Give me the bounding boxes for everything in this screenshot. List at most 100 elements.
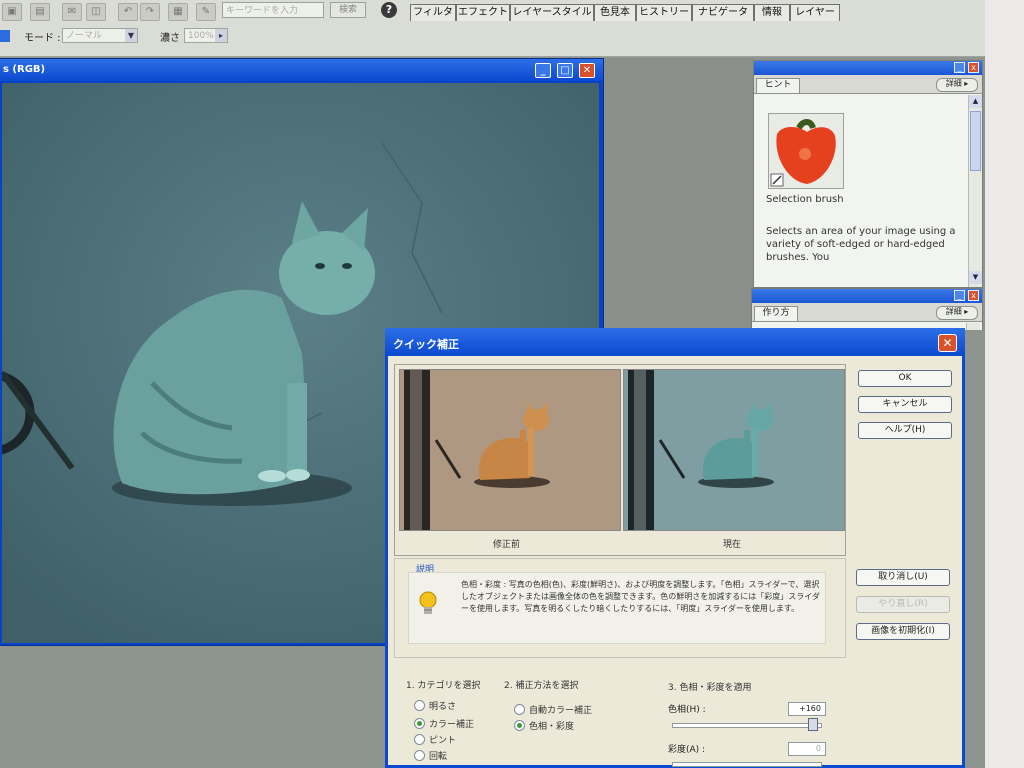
brush-icon[interactable]: ✎ [196,3,216,21]
opacity-field[interactable]: 100% ▸ [184,28,228,43]
how-to-tabbar: 作り方 詳細 ▸ [752,303,982,322]
print-icon[interactable]: ▤ [30,3,50,21]
preview-group: 修正前 現在 [394,364,846,556]
before-preview [399,369,621,531]
before-photo [400,370,620,530]
option-label: 明るさ [429,702,457,712]
scroll-thumb[interactable] [970,111,981,171]
ok-button[interactable]: OK [858,370,952,387]
minimize-icon[interactable]: _ [535,63,551,78]
tab-filters[interactable]: フィルタ [410,4,456,21]
radio-button[interactable] [514,704,525,715]
apply-section-title: 3. 色相・彩度を適用 [668,683,752,693]
mode-label: モード : [24,33,61,44]
tool-options-bar: モード : ノーマル ▼ 濃さ : 100% ▸ [0,26,985,48]
chevron-down-icon: ▼ [125,29,137,42]
redo-icon[interactable]: ↷ [140,3,160,21]
hue-slider-knob[interactable] [807,718,818,731]
after-label: 現在 [723,540,742,550]
undo-icon[interactable]: ↶ [118,3,138,21]
more-label: 詳細 [945,79,962,88]
tab-history[interactable]: ヒストリー [636,4,692,21]
category-rotate-option[interactable]: 回転 [414,750,447,764]
after-photo [624,370,844,530]
close-icon[interactable]: x [968,290,979,301]
top-toolbar: ▣ ▤ ✉ ◫ ↶ ↷ ▦ ✎ キーワードを入力 検索 ? フィルタ エフェクト… [0,0,985,57]
minimize-icon[interactable]: _ [954,62,965,73]
category-color-option[interactable]: カラー補正 [414,718,474,732]
scroll-up-icon[interactable]: ▲ [969,95,982,108]
tab-swatches[interactable]: 色見本 [594,4,636,21]
undo-button[interactable]: 取り消し(U) [856,569,950,586]
close-icon[interactable]: ✕ [579,63,595,78]
redo-button[interactable]: やり直し(R) [856,596,950,613]
tab-layers[interactable]: レイヤー [790,4,840,21]
option-label: 回転 [429,752,448,762]
search-button[interactable]: 検索 [330,2,366,18]
hints-scrollbar[interactable]: ▲ ▼ [968,95,982,287]
tab-hints[interactable]: ヒント [756,78,800,93]
saturation-label: 彩度(A) : [668,745,706,755]
tab-layer-styles[interactable]: レイヤースタイル [510,4,594,21]
saturation-value-field[interactable]: 0 [788,742,826,756]
tab-effects[interactable]: エフェクト [456,4,510,21]
cancel-button[interactable]: キャンセル [858,396,952,413]
method-auto-color-option[interactable]: 自動カラー補正 [514,704,592,718]
category-section-title: 1. カテゴリを選択 [406,681,481,691]
chevron-right-icon: ▸ [215,29,227,42]
dialog-titlebar[interactable]: クイック補正 ✕ [385,328,965,356]
image-window-titlebar[interactable]: s (RGB) _ □ ✕ [0,59,603,81]
after-preview [623,369,845,531]
minimize-icon[interactable]: _ [954,290,965,301]
more-button[interactable]: 詳細 ▸ [936,306,978,320]
category-brightness-option[interactable]: 明るさ [414,700,456,714]
saturation-slider-track[interactable] [672,762,822,767]
option-label: ピント [429,736,457,746]
radio-button-selected[interactable] [414,718,425,729]
screen-edge [985,0,1024,768]
email-icon[interactable]: ✉ [62,3,82,21]
close-icon[interactable]: ✕ [938,334,957,352]
tab-navigator[interactable]: ナビゲータ [692,4,754,21]
hue-value-field[interactable]: +160 [788,702,826,716]
search-input[interactable]: キーワードを入力 [222,2,324,18]
maximize-icon[interactable]: □ [557,63,573,78]
save-icon[interactable]: ▣ [2,3,22,21]
hints-panel-titlebar[interactable]: _ x [754,61,982,75]
method-section-title: 2. 補正方法を選択 [504,681,579,691]
hue-slider-track[interactable] [672,723,822,728]
tab-how-to[interactable]: 作り方 [754,306,798,321]
help-button[interactable]: ヘルプ(H) [858,422,952,439]
hints-tabbar: ヒント 詳細 ▸ [754,75,982,94]
option-label: 色相・彩度 [529,722,575,732]
more-button[interactable]: 詳細 ▸ [936,78,978,92]
radio-button[interactable] [414,750,425,761]
close-icon[interactable]: x [968,62,979,73]
radio-button[interactable] [414,734,425,745]
description-panel: 色相・彩度 : 写真の色相(色)、彩度(鮮明さ)、および明度を調整します。「色相… [408,572,826,644]
dialog-title: クイック補正 [393,338,459,351]
mode-select[interactable]: ノーマル ▼ [62,28,138,43]
radio-button[interactable] [414,700,425,711]
mode-value: ノーマル [66,31,103,41]
help-icon[interactable]: ? [381,2,397,18]
option-label: カラー補正 [429,720,475,730]
tool-preset-icon[interactable] [0,30,10,42]
selection-brush-thumbnail [768,113,844,189]
scroll-down-icon[interactable]: ▼ [969,271,982,284]
reset-image-button[interactable]: 画像を初期化(I) [856,623,950,640]
category-focus-option[interactable]: ピント [414,734,456,748]
description-text: 色相・彩度 : 写真の色相(色)、彩度(鮮明さ)、および明度を調整します。「色相… [461,580,820,613]
workspace-background [965,330,985,768]
web-icon[interactable]: ◫ [86,3,106,21]
more-label: 詳細 [945,307,962,316]
fill-icon[interactable]: ▦ [168,3,188,21]
hint-tool-title: Selection brush [766,194,844,205]
method-hue-saturation-option[interactable]: 色相・彩度 [514,720,574,734]
tab-info[interactable]: 情報 [754,4,790,21]
radio-button-selected[interactable] [514,720,525,731]
pepper-image [769,114,843,188]
quick-fix-dialog: クイック補正 ✕ 修正前 現在 OK キャンセル ヘルプ(H) 取り消し(U) … [385,328,965,768]
opacity-label: 濃さ : [160,33,187,44]
how-to-panel-titlebar[interactable]: _ x [752,289,982,303]
